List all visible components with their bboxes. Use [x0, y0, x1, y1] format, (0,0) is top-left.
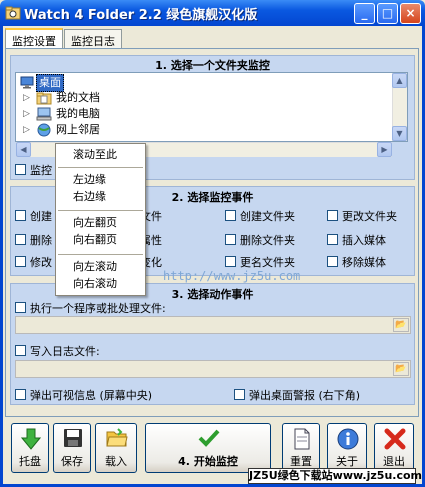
event-label: 修改	[30, 256, 52, 269]
expand-icon[interactable]: ▷	[22, 126, 31, 135]
event-change-folder-checkbox[interactable]	[327, 210, 338, 221]
tab-monitor-log[interactable]: 监控日志	[64, 29, 122, 49]
monitor-subfolders-label: 监控	[30, 164, 52, 177]
exit-label: 退出	[383, 455, 405, 468]
desktop-alert-checkbox[interactable]	[234, 389, 245, 400]
close-button[interactable]: ×	[400, 3, 421, 24]
run-program-checkbox[interactable]	[15, 302, 26, 313]
scroll-up-icon[interactable]: ▲	[392, 73, 407, 88]
about-button[interactable]: 关于	[327, 423, 367, 473]
menu-item-page-left[interactable]: 向左翻页	[56, 214, 145, 232]
tree-label-my-computer: 我的电脑	[56, 107, 100, 120]
scroll-context-menu: 滚动至此 左边缘 右边缘 向左翻页 向右翻页 向左滚动 向右滚动	[55, 143, 146, 296]
popup-info-label: 弹出可视信息 (屏幕中央)	[30, 389, 153, 402]
popup-info-checkbox[interactable]	[15, 389, 26, 400]
tree-label-my-documents: 我的文档	[56, 91, 100, 104]
info-icon	[337, 428, 359, 453]
exit-button[interactable]: 退出	[374, 423, 414, 473]
tray-button[interactable]: 托盘	[11, 423, 49, 473]
browse-folder-icon[interactable]: 📂	[393, 362, 409, 376]
event-label: 删除	[30, 234, 52, 247]
event-label: 插入媒体	[342, 234, 386, 247]
save-label: 保存	[61, 455, 83, 468]
browse-folder-icon[interactable]: 📂	[393, 318, 409, 332]
log-path-input[interactable]	[15, 360, 411, 378]
event-rename-folder-checkbox[interactable]	[225, 256, 236, 267]
event-label: 更名文件夹	[240, 256, 295, 269]
event-create-folder-checkbox[interactable]	[225, 210, 236, 221]
about-label: 关于	[336, 455, 358, 468]
start-monitor-button[interactable]: 4. 开始监控	[145, 423, 271, 473]
tray-label: 托盘	[19, 455, 41, 468]
section1-title: 1. 选择一个文件夹监控	[155, 59, 270, 72]
event-label: 创建	[30, 210, 52, 223]
desktop-alert-label: 弹出桌面警报 (右下角)	[249, 389, 361, 402]
run-program-label: 执行一个程序或批处理文件:	[30, 302, 166, 315]
expand-icon[interactable]: ▷	[22, 94, 31, 103]
menu-item-page-right[interactable]: 向右翻页	[56, 231, 145, 249]
event-label: 创建文件夹	[240, 210, 295, 223]
expand-icon[interactable]: ▷	[22, 110, 31, 119]
computer-icon	[36, 107, 52, 121]
open-folder-icon	[106, 428, 128, 451]
save-button[interactable]: 保存	[53, 423, 91, 473]
write-log-label: 写入日志文件:	[30, 345, 100, 358]
minimize-button[interactable]: _	[354, 3, 375, 24]
event-create-file-checkbox[interactable]	[15, 210, 26, 221]
document-icon	[292, 428, 312, 453]
menu-separator	[58, 254, 143, 255]
menu-item-scroll-here[interactable]: 滚动至此	[56, 146, 145, 164]
load-label: 载入	[105, 455, 127, 468]
arrow-down-icon	[20, 428, 42, 453]
reset-button[interactable]: 重置	[282, 423, 320, 473]
tree-label-network: 网上邻居	[56, 123, 100, 136]
window-title: Watch 4 Folder 2.2 绿色旗舰汉化版	[24, 8, 258, 23]
desktop-icon	[20, 75, 34, 89]
load-button[interactable]: 载入	[95, 423, 137, 473]
checkmark-icon	[198, 428, 220, 451]
scroll-right-icon[interactable]: ▶	[377, 142, 392, 157]
site-banner: JZ5U绿色下载站www.jz5u.com	[248, 468, 422, 484]
menu-item-right-edge[interactable]: 右边缘	[56, 188, 145, 206]
event-label: 更改文件夹	[342, 210, 397, 223]
event-modify-checkbox[interactable]	[15, 256, 26, 267]
maximize-button[interactable]: □	[377, 3, 398, 24]
program-path-input[interactable]	[15, 316, 411, 334]
menu-item-scroll-left[interactable]: 向左滚动	[56, 258, 145, 276]
network-icon	[36, 123, 52, 137]
reset-label: 重置	[290, 455, 312, 468]
close-x-icon	[384, 428, 406, 453]
event-label: 移除媒体	[342, 256, 386, 269]
event-delete-folder-checkbox[interactable]	[225, 234, 236, 245]
menu-separator	[58, 167, 143, 168]
event-label: 删除文件夹	[240, 234, 295, 247]
event-remove-media-checkbox[interactable]	[327, 256, 338, 267]
tab-monitor-settings[interactable]: 监控设置	[5, 28, 63, 49]
menu-separator	[58, 210, 143, 211]
scroll-down-icon[interactable]: ▼	[392, 126, 407, 141]
app-icon	[5, 5, 21, 21]
watermark-text: http://www.jz5u.com	[163, 269, 301, 283]
floppy-disk-icon	[63, 428, 83, 451]
monitor-subfolders-checkbox[interactable]	[15, 164, 26, 175]
event-delete-file-checkbox[interactable]	[15, 234, 26, 245]
menu-item-scroll-right[interactable]: 向右滚动	[56, 275, 145, 293]
scroll-left-icon[interactable]: ◀	[16, 142, 31, 157]
write-log-checkbox[interactable]	[15, 345, 26, 356]
event-insert-media-checkbox[interactable]	[327, 234, 338, 245]
documents-folder-icon	[36, 91, 52, 105]
start-monitor-label: 4. 开始监控	[178, 455, 238, 468]
menu-item-left-edge[interactable]: 左边缘	[56, 171, 145, 189]
